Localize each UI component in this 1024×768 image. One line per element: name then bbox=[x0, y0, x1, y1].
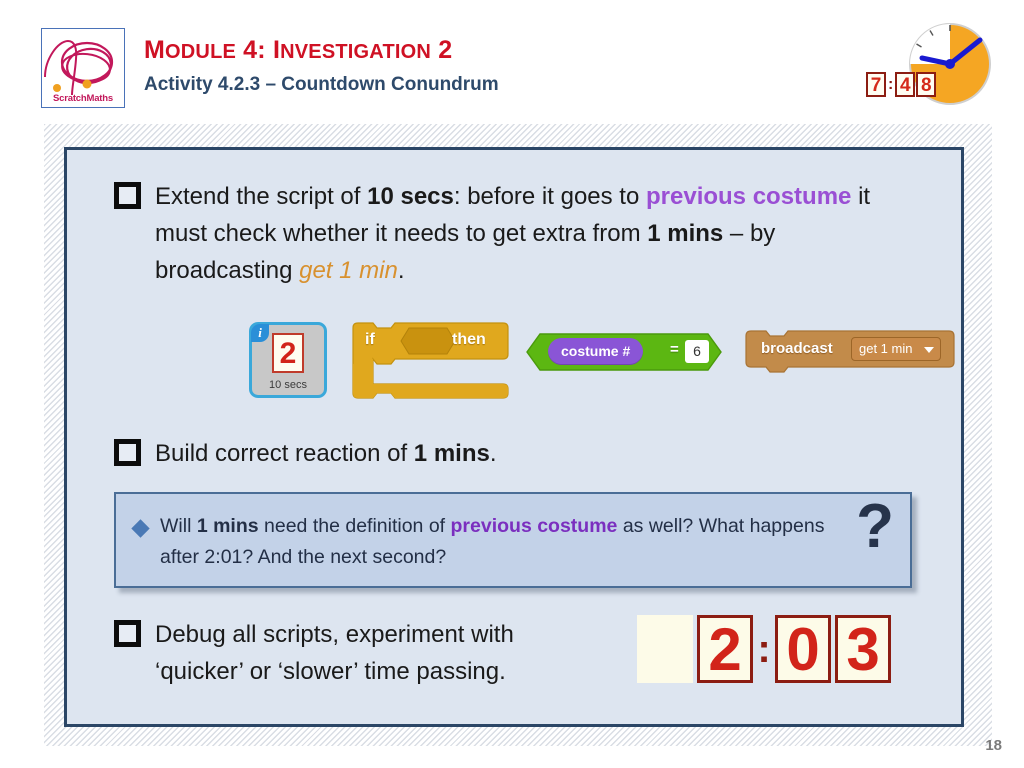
countdown-blank-box bbox=[637, 615, 693, 683]
task3-line-2: ‘quicker’ or ‘slower’ time passing. bbox=[155, 658, 506, 685]
task2-seg-0: Build correct reaction of bbox=[155, 440, 414, 467]
clock-digit-hours: 7 bbox=[866, 72, 886, 97]
task1-seg-0: Extend the script of bbox=[155, 183, 368, 210]
sprite-name-label: 10 secs bbox=[269, 379, 307, 391]
scratch-blocks-row: i 2 10 secs if then costume # = 6 broadc… bbox=[67, 320, 967, 412]
page-title: MODULE 4: INVESTIGATION 2 bbox=[144, 36, 453, 64]
countdown-display: 2 : 0 3 bbox=[637, 615, 891, 683]
task1-seg-3: previous costume bbox=[646, 183, 852, 210]
costume-number-reporter[interactable]: costume # bbox=[548, 338, 644, 365]
task1-seg-1: 10 secs bbox=[367, 183, 454, 210]
task-checkbox[interactable] bbox=[114, 620, 141, 647]
q-seg-2: need the definition of bbox=[258, 515, 451, 537]
task-label: Build correct reaction of 1 mins. bbox=[155, 435, 497, 472]
if-then-block-shape bbox=[352, 322, 509, 399]
info-badge-icon[interactable]: i bbox=[251, 324, 269, 342]
slide-header: ScratchMaths MODULE 4: INVESTIGATION 2 A… bbox=[0, 0, 1024, 122]
task2-seg-1: 1 mins bbox=[413, 440, 490, 467]
equals-sign-label: = bbox=[670, 341, 679, 358]
logo-wordmark: ScratchMaths bbox=[53, 93, 113, 104]
task2-seg-2: . bbox=[489, 440, 497, 467]
then-keyword-label: then bbox=[452, 331, 486, 348]
q-seg-0: Will bbox=[160, 515, 197, 537]
question-callout-box: Will 1 mins need the definition of previ… bbox=[114, 492, 912, 588]
if-keyword-label: if bbox=[365, 331, 375, 348]
task1-seg-8: . bbox=[397, 257, 405, 284]
task-checkbox[interactable] bbox=[114, 182, 141, 209]
task-item-build-reaction[interactable]: Build correct reaction of 1 mins. bbox=[114, 435, 814, 472]
countdown-digit-sec-ones: 3 bbox=[835, 615, 891, 683]
sprite-thumbnail-10-secs[interactable]: i 2 10 secs bbox=[249, 322, 327, 398]
content-panel: Extend the script of 10 secs: before it … bbox=[64, 147, 964, 727]
question-text: Will 1 mins need the definition of previ… bbox=[160, 511, 850, 573]
scratchmaths-logo: ScratchMaths bbox=[41, 28, 125, 108]
task1-seg-2: : before it goes to bbox=[453, 183, 646, 210]
broadcast-message-dropdown[interactable]: get 1 min bbox=[851, 337, 941, 361]
countdown-colon: : bbox=[757, 627, 771, 671]
task-item-debug-scripts[interactable]: Debug all scripts, experiment with ‘quic… bbox=[114, 616, 634, 690]
chevron-down-icon[interactable] bbox=[924, 347, 934, 353]
clock-colon: : bbox=[888, 75, 894, 93]
diamond-bullet-icon bbox=[131, 519, 150, 538]
broadcast-message-value: get 1 min bbox=[859, 341, 913, 356]
header-clock-digits: 7 : 4 8 bbox=[866, 72, 937, 97]
sprite-costume-number: 2 bbox=[272, 333, 304, 373]
page-number: 18 bbox=[985, 737, 1002, 754]
broadcast-keyword-label: broadcast bbox=[761, 340, 833, 357]
countdown-digit-sec-tens: 0 bbox=[775, 615, 831, 683]
question-mark-icon: ? bbox=[856, 492, 894, 561]
task1-seg-5: 1 mins bbox=[647, 220, 724, 247]
clock-digit-min-ones: 8 bbox=[916, 72, 937, 97]
task-item-extend-script[interactable]: Extend the script of 10 secs: before it … bbox=[114, 178, 914, 289]
task3-line-1: Debug all scripts, experiment with bbox=[155, 621, 514, 648]
task-label: Extend the script of 10 secs: before it … bbox=[155, 178, 914, 289]
countdown-digit-minutes: 2 bbox=[697, 615, 753, 683]
q-seg-3: previous costume bbox=[450, 515, 618, 537]
task-checkbox[interactable] bbox=[114, 439, 141, 466]
comparison-value-input[interactable]: 6 bbox=[685, 340, 709, 363]
scratch-if-then-block[interactable]: if then bbox=[351, 322, 511, 400]
clock-digit-min-tens: 4 bbox=[895, 72, 916, 97]
scratch-broadcast-block[interactable]: broadcast get 1 min bbox=[744, 330, 956, 374]
q-seg-1: 1 mins bbox=[196, 515, 259, 537]
task-label: Debug all scripts, experiment with ‘quic… bbox=[155, 616, 514, 690]
page-subtitle: Activity 4.2.3 – Countdown Conundrum bbox=[144, 74, 499, 95]
scratch-costume-equals-block[interactable]: costume # = 6 bbox=[526, 333, 722, 371]
header-clock-widget: 7 : 4 8 bbox=[862, 18, 992, 116]
task1-seg-7: get 1 min bbox=[299, 257, 398, 284]
